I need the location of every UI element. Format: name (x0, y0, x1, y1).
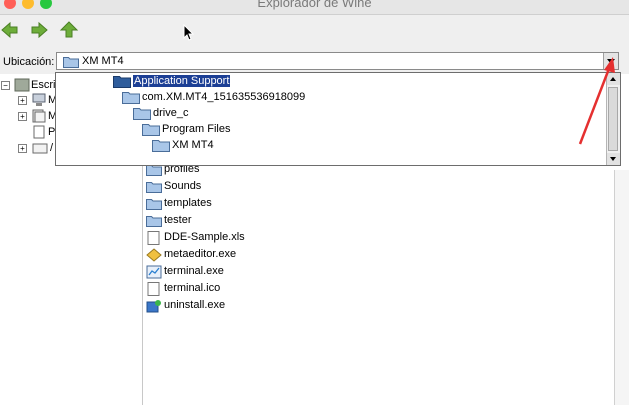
forward-button[interactable] (29, 20, 51, 42)
window-title: Explorador de Wine (257, 0, 372, 10)
dropdown-item-label: XM MT4 (172, 139, 214, 151)
tree-item-label: / (50, 142, 54, 154)
location-combobox[interactable]: XM MT4 (56, 52, 619, 70)
address-bar: Ubicación: XM MT4 (0, 48, 629, 74)
scroll-down-button[interactable] (607, 153, 620, 165)
dropdown-item-label: Program Files (162, 123, 231, 135)
computer-icon (32, 93, 46, 106)
back-button[interactable] (0, 20, 22, 42)
tree-expander[interactable]: + (18, 96, 27, 105)
folder-icon (146, 216, 162, 227)
file-name: uninstall.exe (164, 299, 226, 311)
file-name: DDE-Sample.xls (164, 231, 245, 243)
uninstall-icon (146, 300, 161, 313)
folder-icon (152, 140, 170, 152)
tree-expander[interactable]: + (18, 112, 27, 121)
file-name: tester (164, 214, 192, 226)
forward-arrow-icon (31, 21, 48, 39)
tree-expander[interactable]: + (18, 144, 27, 153)
up-arrow-icon (59, 21, 79, 38)
folder-icon (142, 124, 160, 136)
document-icon (33, 125, 45, 139)
documents-icon (32, 109, 46, 123)
folder-icon (122, 92, 140, 104)
file-name: metaeditor.exe (164, 248, 237, 260)
location-value: XM MT4 (82, 55, 124, 67)
mouse-cursor-icon (183, 24, 195, 41)
document-icon (147, 282, 160, 296)
file-list-scrollbar[interactable] (614, 170, 629, 405)
dropdown-item-label: drive_c (153, 107, 189, 119)
title-bar: Explorador de Wine (0, 0, 629, 15)
chevron-down-icon (610, 157, 616, 161)
toolbar (0, 15, 629, 48)
tree-expander[interactable]: − (1, 81, 10, 90)
up-folder-button[interactable] (59, 20, 81, 42)
file-name: terminal.exe (164, 265, 224, 277)
dropdown-item-label: Application Support (131, 74, 232, 88)
folder-icon (146, 199, 162, 210)
folder-icon (133, 108, 151, 120)
desktop-icon (14, 78, 30, 92)
back-arrow-icon (1, 21, 18, 39)
file-name: terminal.ico (164, 282, 221, 294)
folder-icon (113, 76, 131, 88)
folder-icon (146, 182, 162, 193)
metaeditor-icon (146, 248, 162, 262)
document-icon (147, 231, 160, 245)
dropdown-item-label: com.XM.MT4_151635536918099 (142, 91, 306, 103)
folder-icon (63, 57, 79, 68)
file-name: templates (164, 197, 212, 209)
location-dropdown-list: Application Support com.XM.MT4_151635536… (55, 72, 621, 166)
terminal-exe-icon (146, 265, 162, 279)
file-name: Sounds (164, 180, 202, 192)
address-label: Ubicación: (3, 56, 55, 68)
drive-icon (32, 143, 48, 154)
annotation-arrow-icon (578, 57, 615, 145)
